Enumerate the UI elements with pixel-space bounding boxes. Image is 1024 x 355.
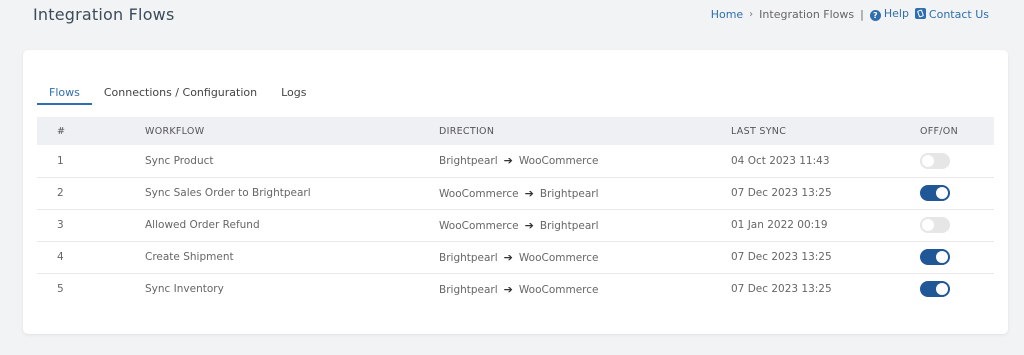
workflow-name: Sync Sales Order to Brightpearl — [145, 187, 311, 199]
direction-from: Brightpearl — [439, 155, 498, 168]
direction-from: WooCommerce — [439, 187, 519, 200]
direction-from: WooCommerce — [439, 219, 519, 232]
column-header-workflow: WORKFLOW — [145, 125, 205, 137]
toggle-cell — [920, 241, 994, 273]
last-sync: 07 Dec 2023 13:25 — [731, 187, 832, 199]
table-header-row: # WORKFLOW DIRECTION LAST SYNC OFF/ON — [37, 117, 994, 145]
help-icon: ? — [869, 10, 881, 21]
direction-to: WooCommerce — [518, 283, 599, 296]
direction-from: Brightpearl — [439, 251, 498, 264]
arrow-right-icon: ➔ — [503, 250, 513, 264]
page-title: Integration Flows — [33, 5, 175, 24]
direction: Brightpearl ➔ WooCommerce — [439, 241, 731, 273]
flow-toggle-switch[interactable] — [920, 185, 950, 201]
toggle-cell — [920, 177, 994, 209]
arrow-right-icon: ➔ — [524, 218, 534, 232]
contact-us-link[interactable]: Contact Us — [914, 7, 989, 21]
help-link[interactable]: ? Help — [869, 7, 909, 21]
column-header-last-sync: LAST SYNC — [731, 125, 787, 137]
flows-table: # WORKFLOW DIRECTION LAST SYNC OFF/ON 1 S… — [37, 117, 994, 305]
flow-toggle-switch[interactable] — [920, 217, 950, 233]
flow-toggle-switch[interactable] — [920, 249, 950, 265]
workflow-name: Allowed Order Refund — [145, 219, 260, 231]
direction-to: WooCommerce — [518, 155, 599, 168]
table-row: 5 Sync Inventory Brightpearl ➔ WooCommerce 07… — [37, 273, 994, 305]
toggle-cell — [920, 209, 994, 241]
tab-flows[interactable]: Flows — [37, 84, 92, 105]
tab-connections-configuration[interactable]: Connections / Configuration — [104, 84, 257, 105]
toggle-knob — [936, 251, 948, 263]
toggle-knob — [922, 219, 934, 231]
direction: Brightpearl ➔ WooCommerce — [439, 145, 731, 177]
direction-to: WooCommerce — [518, 251, 599, 264]
tab-logs[interactable]: Logs — [281, 84, 306, 105]
direction: Brightpearl ➔ WooCommerce — [439, 273, 731, 305]
breadcrumb: Home › Integration Flows | ? Help Contact… — [711, 7, 989, 21]
last-sync: 01 Jan 2022 00:19 — [731, 219, 828, 231]
table-row: 4 Create Shipment Brightpearl ➔ WooCommerce 0… — [37, 241, 994, 273]
flows-card: Flows Connections / Configuration Logs #… — [23, 50, 1008, 334]
last-sync: 04 Oct 2023 11:43 — [731, 154, 830, 167]
column-header-direction: DIRECTION — [439, 125, 495, 137]
column-header-off-on: OFF/ON — [920, 125, 958, 137]
top-bar: Integration Flows Home › Integration Flo… — [0, 0, 1024, 40]
row-number: 4 — [57, 251, 64, 263]
row-number: 1 — [57, 154, 64, 167]
arrow-right-icon: ➔ — [503, 282, 513, 296]
direction-to: Brightpearl — [539, 187, 599, 200]
row-number: 2 — [57, 187, 64, 199]
toggle-cell — [920, 273, 994, 305]
direction-to: Brightpearl — [539, 219, 599, 232]
arrow-right-icon: ➔ — [524, 186, 534, 200]
last-sync: 07 Dec 2023 13:25 — [731, 251, 832, 263]
toggle-knob — [936, 283, 948, 296]
row-number: 5 — [57, 283, 64, 296]
breadcrumb-home-link[interactable]: Home — [711, 8, 743, 21]
table-row: 2 Sync Sales Order to Brightpearl WooComme… — [37, 177, 994, 209]
workflow-name: Sync Product — [145, 154, 214, 167]
workflow-name: Sync Inventory — [145, 283, 224, 296]
direction: WooCommerce ➔ Brightpearl — [439, 209, 731, 241]
direction: WooCommerce ➔ Brightpearl — [439, 177, 731, 209]
toggle-cell — [920, 145, 994, 177]
breadcrumb-divider: | — [860, 7, 864, 21]
chevron-right-icon: › — [749, 8, 754, 20]
flow-toggle-switch[interactable] — [920, 152, 950, 169]
contact-label: Contact Us — [928, 7, 989, 21]
direction-from: Brightpearl — [439, 283, 498, 296]
workflow-name: Create Shipment — [145, 251, 234, 263]
toggle-knob — [936, 187, 948, 199]
arrow-right-icon: ➔ — [503, 154, 513, 168]
toggle-knob — [922, 154, 934, 167]
column-header-number: # — [57, 125, 66, 137]
row-number: 3 — [57, 219, 64, 231]
phone-icon — [914, 7, 926, 19]
tab-bar: Flows Connections / Configuration Logs — [37, 84, 331, 105]
breadcrumb-current: Integration Flows — [759, 7, 855, 21]
table-row: 3 Allowed Order Refund WooCommerce ➔ Brightp… — [37, 209, 994, 241]
flow-toggle-switch[interactable] — [920, 281, 950, 298]
table-row: 1 Sync Product Brightpearl ➔ WooCommerce 04 O… — [37, 145, 994, 177]
last-sync: 07 Dec 2023 13:25 — [731, 283, 832, 296]
help-label: Help — [883, 7, 909, 20]
